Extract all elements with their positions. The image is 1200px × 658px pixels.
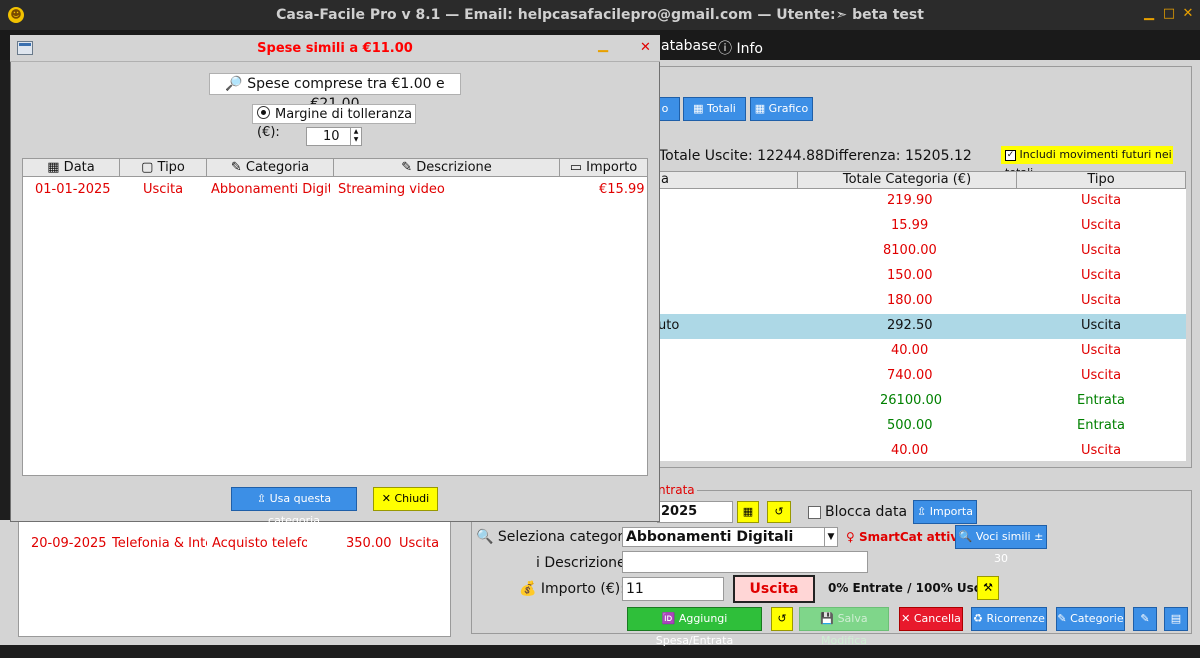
list-item-description[interactable]: Acquisto telefor — [212, 536, 307, 551]
checkbox-checked-icon: ✓ — [1005, 149, 1016, 161]
table-row[interactable]: 40.00 Uscita — [658, 439, 1186, 464]
list-item-category[interactable]: Telefonia & Inte — [112, 536, 207, 551]
dialog-minimize-button[interactable]: ▁ — [598, 38, 608, 53]
range-label: 🔎 Spese comprese tra €1.00 e €21.00 — [209, 73, 461, 112]
futuri-checkbox[interactable]: ✓ Includi movimenti futuri nei totali — [1001, 146, 1173, 179]
refresh-icon: ↺ — [777, 612, 787, 625]
pencil-icon: ✎ — [1140, 612, 1150, 625]
categoria-label: 🔍 Seleziona categoria: — [476, 529, 641, 545]
menu-info[interactable]: ⓘ Info — [718, 38, 763, 58]
descrizione-input[interactable] — [622, 551, 868, 573]
transactions-list: 20-09-2025 Telefonia & Inte Acquisto tel… — [18, 520, 451, 637]
row-tipo[interactable]: Uscita — [143, 182, 183, 197]
col-header-data[interactable]: ▦ Data — [23, 159, 120, 177]
table-row[interactable]: 26100.00 Entrata — [658, 389, 1186, 414]
calendar-button[interactable]: ▦ — [737, 501, 759, 523]
date-field[interactable]: 2025 — [657, 501, 733, 523]
voci-simili-button[interactable]: 🔍 Voci simili ± 30 — [955, 525, 1047, 565]
blocca-data-checkbox[interactable] — [808, 506, 821, 519]
col-header-totale[interactable]: Totale Categoria (€) — [797, 171, 1017, 189]
maximize-button[interactable]: □ — [1162, 7, 1176, 21]
list-item-date[interactable]: 20-09-2025 — [31, 536, 107, 551]
ratio-label: 0% Entrate / 100% Uscite — [828, 581, 999, 595]
table-row[interactable]: 500.00 Entrata — [658, 414, 1186, 439]
totale-uscite: Totale Uscite: 12244.88 — [659, 148, 824, 164]
tools-button[interactable]: ⚒ — [977, 576, 999, 600]
categoria-select[interactable]: Abbonamenti Digitali ▼ — [622, 527, 838, 547]
table-row-selected[interactable]: uto 292.50 Uscita — [658, 314, 1186, 339]
radio-selected-icon — [257, 106, 270, 119]
col-header-categoria[interactable]: a — [658, 171, 798, 189]
categorie-button[interactable]: ✎ Categorie — [1056, 607, 1125, 631]
table-row[interactable]: 180.00 Uscita — [658, 289, 1186, 314]
window-title: Casa-Facile Pro v 8.1 — Email: helpcasaf… — [276, 7, 924, 23]
menu-database[interactable]: atabase — [661, 38, 717, 54]
totali-button[interactable]: ▦ Totali — [683, 97, 746, 121]
edit-button[interactable]: ✎ — [1133, 607, 1157, 631]
table-row[interactable]: 8100.00 Uscita — [658, 239, 1186, 264]
table-row[interactable]: 40.00 Uscita — [658, 339, 1186, 364]
chevron-down-icon: ▼ — [824, 528, 837, 546]
table-row[interactable]: 150.00 Uscita — [658, 264, 1186, 289]
importo-label: 💰 Importo (€):⏎ — [519, 581, 637, 597]
descrizione-label: i Descrizione: — [536, 555, 631, 571]
usa-categoria-button[interactable]: ⇫ Usa questa categoria — [231, 487, 357, 527]
window-titlebar: ☻ Casa-Facile Pro v 8.1 — Email: helpcas… — [0, 0, 1200, 30]
document-icon: ▤ — [1170, 612, 1182, 625]
dialog-title: Spese simili a €11.00 — [257, 41, 413, 56]
similar-expenses-table: ▦ Data ▢ Tipo ✎ Categoria ✎ Descrizione … — [22, 158, 648, 476]
col-header-tipo[interactable]: Tipo — [1016, 171, 1186, 189]
col-header-descrizione[interactable]: ✎ Descrizione — [334, 159, 560, 177]
tipo-toggle-button[interactable]: Uscita — [733, 575, 815, 603]
reset-form-button[interactable]: ↺ — [771, 607, 793, 631]
col-header-categoria[interactable]: ✎ Categoria — [207, 159, 334, 177]
row-data[interactable]: 01-01-2025 — [35, 182, 111, 197]
list-item-amount[interactable]: 350.00 — [346, 536, 392, 551]
dialog-close-button[interactable]: ✕ — [640, 40, 651, 55]
spin-arrows-icon[interactable]: ▲ ▼ — [350, 128, 361, 145]
tolerance-spinbox[interactable]: 10 ▲ ▼ — [306, 127, 362, 146]
salva-modifica-button[interactable]: 💾 Salva Modifica — [799, 607, 889, 647]
chiudi-button[interactable]: ✕ Chiudi — [373, 487, 438, 511]
minimize-button[interactable]: ▁ — [1142, 7, 1156, 21]
blocca-data-label: Blocca data — [825, 504, 908, 520]
aggiungi-button[interactable]: 🆔 Aggiungi Spesa/Entrata — [627, 607, 762, 647]
export-button[interactable]: ▤ — [1164, 607, 1188, 631]
calendar-icon: ▦ — [742, 505, 754, 518]
differenza: Differenza: 15205.12 — [824, 148, 972, 164]
table-row[interactable]: 15.99 Uscita — [658, 214, 1186, 239]
row-descrizione[interactable]: Streaming video — [338, 182, 445, 197]
dialog-titlebar: Spese simili a €11.00 ▁ ✕ — [10, 35, 660, 62]
tolerance-label: Margine di tolleranza (€): — [252, 104, 416, 140]
table-row[interactable]: 740.00 Uscita — [658, 364, 1186, 389]
table-row[interactable]: 219.90 Uscita — [658, 189, 1186, 214]
row-categoria[interactable]: Abbonamenti Digit — [211, 182, 330, 197]
refresh-icon: ↺ — [774, 505, 784, 518]
category-table: a Totale Categoria (€) Tipo 219.90 Uscit… — [658, 171, 1186, 461]
row-importo[interactable]: €15.99 — [599, 182, 645, 197]
cancella-button[interactable]: ✕ Cancella — [899, 607, 963, 631]
col-header-tipo[interactable]: ▢ Tipo — [120, 159, 207, 177]
entry-frame-legend: ntrata — [656, 483, 697, 497]
tools-icon: ⚒ — [983, 581, 993, 594]
list-item-type[interactable]: Uscita — [399, 536, 439, 551]
close-button[interactable]: ✕ — [1181, 7, 1195, 21]
grafico-button[interactable]: ▦ Grafico — [750, 97, 813, 121]
reset-date-button[interactable]: ↺ — [767, 501, 791, 523]
smartcat-status: ♀ SmartCat attiva — [846, 530, 967, 544]
importo-input[interactable]: 11 — [622, 577, 724, 601]
ricorrenze-button[interactable]: ♻ Ricorrenze — [971, 607, 1047, 631]
importa-button[interactable]: ⇫ Importa — [913, 500, 977, 524]
col-header-importo[interactable]: ▭ Importo — [560, 159, 647, 177]
